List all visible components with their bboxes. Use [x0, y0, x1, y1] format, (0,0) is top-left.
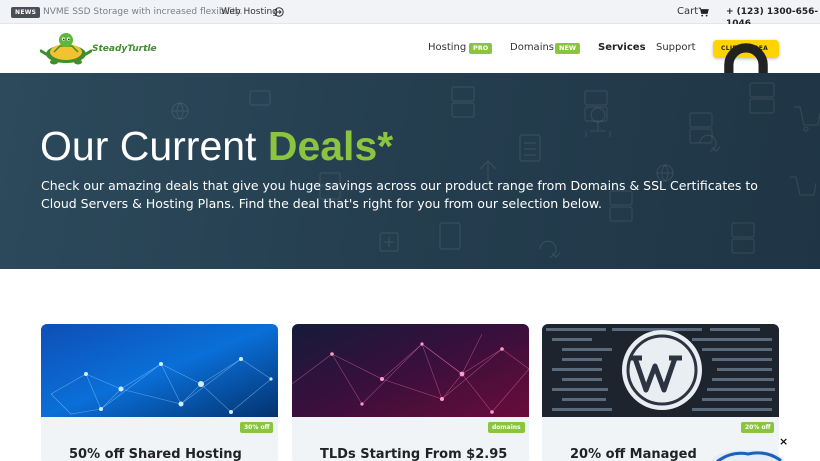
logo-suffix: .com — [144, 47, 154, 52]
hero-description: Check our amazing deals that give you hu… — [41, 178, 758, 211]
card-category-badge: domains — [488, 422, 525, 433]
wordpress-code-image — [542, 324, 779, 417]
news-badge: NEWS — [11, 7, 41, 18]
nav-hosting[interactable]: Hosting — [428, 41, 466, 55]
card-title[interactable]: 20% off Managed — [570, 446, 697, 461]
close-icon[interactable]: × — [779, 436, 788, 448]
nav-domains-badge: NEW — [555, 43, 581, 54]
top-bar: NEWS NVME SSD Storage with increased fle… — [0, 0, 820, 29]
card-discount-badge: 20% off — [741, 422, 775, 433]
card-title[interactable]: 50% off Shared Hosting — [69, 446, 242, 461]
network-nodes-image — [41, 324, 278, 417]
arrow-circle-right-icon[interactable] — [274, 7, 284, 17]
deal-card-managed[interactable]: 20% off 20% off Managed — [542, 324, 779, 461]
news-message: NVME SSD Storage with increased flexibil… — [43, 7, 243, 17]
nav-domains[interactable]: Domains — [510, 41, 554, 55]
hero-title: Our Current Deals* — [40, 122, 393, 170]
red-network-image — [292, 324, 529, 417]
promo-sticker[interactable] — [712, 448, 784, 461]
card-discount-badge: 30% off — [240, 422, 274, 433]
nav-hosting-badge: PRO — [469, 43, 493, 54]
hero-banner: Our Current Deals* Check our amazing dea… — [0, 73, 820, 269]
hero-title-accent: Deals* — [267, 123, 394, 169]
nav-support[interactable]: Support — [656, 41, 696, 55]
deal-card-shared-hosting[interactable]: 30% off 50% off Shared Hosting — [41, 324, 278, 461]
client-area-label: CLIENT AREA — [721, 45, 769, 52]
client-area-button[interactable]: CLIENT AREA — [713, 40, 779, 130]
card-title[interactable]: TLDs Starting From $2.95 — [320, 446, 507, 461]
main-header: SteadyTurtle .com Hosting PRO Domains NE… — [0, 24, 820, 73]
web-hosting-link[interactable]: Web Hosting — [221, 6, 278, 18]
cart-link[interactable]: Cart — [677, 6, 698, 18]
hero-title-plain: Our Current — [40, 123, 268, 169]
turtle-logo-icon[interactable] — [40, 30, 92, 66]
hero-pattern — [171, 82, 820, 258]
nav-services[interactable]: Services — [598, 41, 646, 55]
deal-card-tlds[interactable]: domains TLDs Starting From $2.95 — [292, 324, 529, 461]
cart-icon[interactable] — [698, 7, 709, 17]
